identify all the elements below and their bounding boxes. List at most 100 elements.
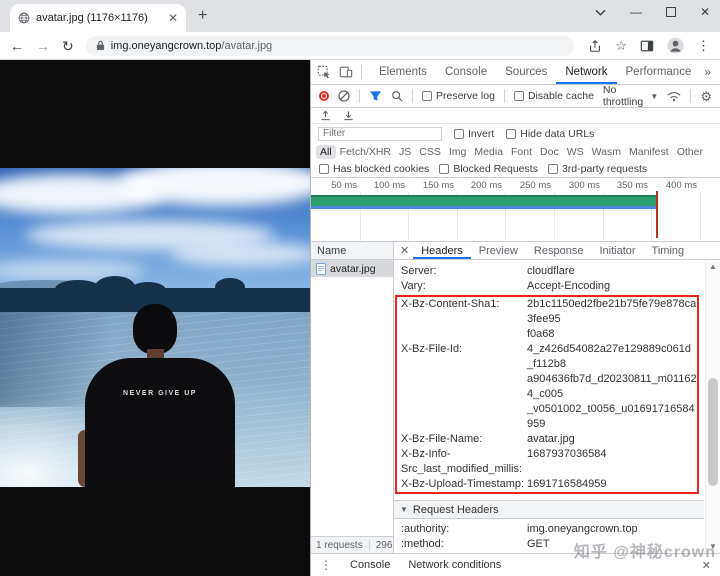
scrollbar-thumb[interactable] — [708, 378, 718, 486]
photo-person-head — [133, 304, 177, 354]
scroll-up-icon[interactable]: ▲ — [706, 262, 720, 271]
tick-label: 200 ms — [456, 180, 502, 191]
search-icon[interactable] — [391, 90, 403, 102]
network-filter-input[interactable] — [318, 127, 442, 141]
import-har-icon[interactable] — [320, 110, 331, 121]
pill-manifest[interactable]: Manifest — [625, 145, 673, 159]
record-icon[interactable] — [319, 91, 329, 101]
filter-icon[interactable] — [369, 90, 382, 102]
url-bar[interactable]: img.oneyangcrown.top/avatar.jpg — [86, 36, 574, 56]
tab-initiator[interactable]: Initiator — [591, 242, 643, 259]
triangle-down-icon: ▼ — [400, 505, 408, 514]
pill-js[interactable]: JS — [395, 145, 415, 159]
blocked-requests-checkbox[interactable]: Blocked Requests — [439, 163, 538, 175]
image-file-icon — [316, 263, 326, 275]
tick-label: 400 ms — [651, 180, 697, 191]
has-blocked-cookies-checkbox[interactable]: Has blocked cookies — [319, 163, 429, 175]
pill-ws[interactable]: WS — [563, 145, 588, 159]
scroll-down-icon[interactable]: ▼ — [706, 542, 720, 551]
tab-preview[interactable]: Preview — [471, 242, 526, 259]
drawer-tab-console[interactable]: Console — [350, 559, 390, 571]
back-button[interactable]: ← — [10, 39, 24, 53]
pill-wasm[interactable]: Wasm — [588, 145, 625, 159]
tab-console[interactable]: Console — [436, 60, 496, 84]
hide-data-urls-checkbox[interactable]: Hide data URLs — [506, 128, 594, 140]
header-row: Server: cloudflare — [394, 264, 704, 279]
profile-avatar[interactable] — [667, 37, 684, 54]
url-path: /avatar.jpg — [221, 40, 272, 52]
bookmark-star-icon[interactable]: ☆ — [615, 38, 627, 54]
forward-button[interactable]: → — [36, 39, 50, 53]
maximize-button[interactable] — [666, 7, 676, 17]
window-close-button[interactable]: ✕ — [700, 5, 710, 19]
network-conditions-icon[interactable] — [667, 91, 681, 102]
header-row: X-Bz-File-Id: 4_z426d54082a27e129889c061… — [397, 342, 697, 432]
tab-response[interactable]: Response — [526, 242, 592, 259]
tab-close-icon[interactable]: ✕ — [168, 12, 178, 24]
pill-all[interactable]: All — [316, 145, 336, 159]
invert-checkbox[interactable]: Invert — [454, 128, 494, 140]
detail-close-icon[interactable]: ✕ — [400, 244, 409, 257]
tab-timing[interactable]: Timing — [644, 242, 693, 259]
header-row: X-Bz-Info- Src_last_modified_millis: 168… — [397, 447, 697, 477]
side-panel-icon[interactable] — [640, 39, 654, 53]
globe-icon — [18, 12, 30, 24]
request-headers-section[interactable]: ▼ Request Headers — [394, 500, 704, 519]
drawer-menu-icon[interactable]: ⋮ — [320, 558, 332, 572]
minimize-button[interactable]: — — [630, 5, 642, 19]
pill-media[interactable]: Media — [470, 145, 507, 159]
highlight-annotation-box: X-Bz-Content-Sha1: 2b1c1150ed2fbe21b75fe… — [395, 295, 699, 494]
drawer-close-icon[interactable]: ✕ — [702, 559, 711, 572]
browser-tab[interactable]: avatar.jpg (1176×1176) ✕ — [10, 4, 186, 32]
share-icon[interactable] — [588, 39, 602, 53]
new-tab-button[interactable]: + — [198, 7, 207, 25]
preserve-log-checkbox[interactable]: Preserve log — [422, 90, 495, 102]
tick-label: 300 ms — [554, 180, 600, 191]
headers-pane: Server: cloudflare Vary: Accept-Encoding… — [394, 260, 720, 553]
devtools-panel: Elements Console Sources Network Perform… — [310, 60, 720, 576]
network-overview-timeline[interactable]: 50 ms 100 ms 150 ms 200 ms 250 ms 300 ms… — [311, 178, 720, 242]
pill-doc[interactable]: Doc — [536, 145, 563, 159]
load-event-line — [656, 191, 658, 238]
third-party-requests-checkbox[interactable]: 3rd-party requests — [548, 163, 647, 175]
throttling-dropdown[interactable]: No throttling ▼ — [603, 84, 658, 108]
tick-label: 250 ms — [505, 180, 551, 191]
tick-label: 50 ms — [311, 180, 357, 191]
pill-fetch-xhr[interactable]: Fetch/XHR — [336, 145, 395, 159]
network-settings-icon[interactable]: ⚙ — [700, 90, 712, 103]
drawer-tab-network-conditions[interactable]: Network conditions — [408, 559, 501, 571]
disable-cache-checkbox[interactable]: Disable cache — [514, 90, 594, 102]
browser-toolbar: ← → ↻ img.oneyangcrown.top/avatar.jpg ☆ … — [0, 32, 720, 60]
tab-network[interactable]: Network — [556, 60, 616, 84]
tick-label: 350 ms — [602, 180, 648, 191]
pill-other[interactable]: Other — [673, 145, 707, 159]
name-column-header[interactable]: Name — [311, 242, 393, 260]
network-summary-bar: 1 requests 296 — [311, 536, 393, 553]
request-row-avatar[interactable]: avatar.jpg — [311, 260, 393, 277]
export-har-icon[interactable] — [343, 110, 354, 121]
url-domain: img.oneyangcrown.top — [111, 40, 222, 52]
device-toolbar-icon[interactable] — [339, 65, 353, 79]
browser-menu-icon[interactable]: ⋮ — [697, 38, 710, 54]
tab-headers[interactable]: Headers — [413, 242, 471, 259]
header-row: :method: GET — [394, 537, 704, 552]
more-tabs-icon[interactable]: » — [700, 65, 715, 79]
header-row: X-Bz-File-Name: avatar.jpg — [397, 432, 697, 447]
pill-img[interactable]: Img — [445, 145, 471, 159]
tab-search-icon[interactable] — [595, 9, 606, 16]
clear-icon[interactable] — [338, 90, 350, 102]
inspect-element-icon[interactable] — [317, 65, 331, 79]
pill-font[interactable]: Font — [507, 145, 536, 159]
tab-elements[interactable]: Elements — [370, 60, 436, 84]
avatar-photo: NEVER GIVE UP — [0, 168, 310, 487]
pill-css[interactable]: CSS — [415, 145, 445, 159]
detail-scrollbar[interactable]: ▲ ▼ — [705, 260, 720, 553]
reload-button[interactable]: ↻ — [62, 39, 74, 53]
photo-person-torso — [85, 358, 235, 487]
lock-icon — [96, 40, 105, 51]
tab-performance[interactable]: Performance — [617, 60, 701, 84]
header-row: :authority: img.oneyangcrown.top — [394, 522, 704, 537]
tab-sources[interactable]: Sources — [496, 60, 556, 84]
tab-strip: avatar.jpg (1176×1176) ✕ + — ✕ — [0, 0, 720, 32]
header-row: Vary: Accept-Encoding — [394, 279, 704, 294]
